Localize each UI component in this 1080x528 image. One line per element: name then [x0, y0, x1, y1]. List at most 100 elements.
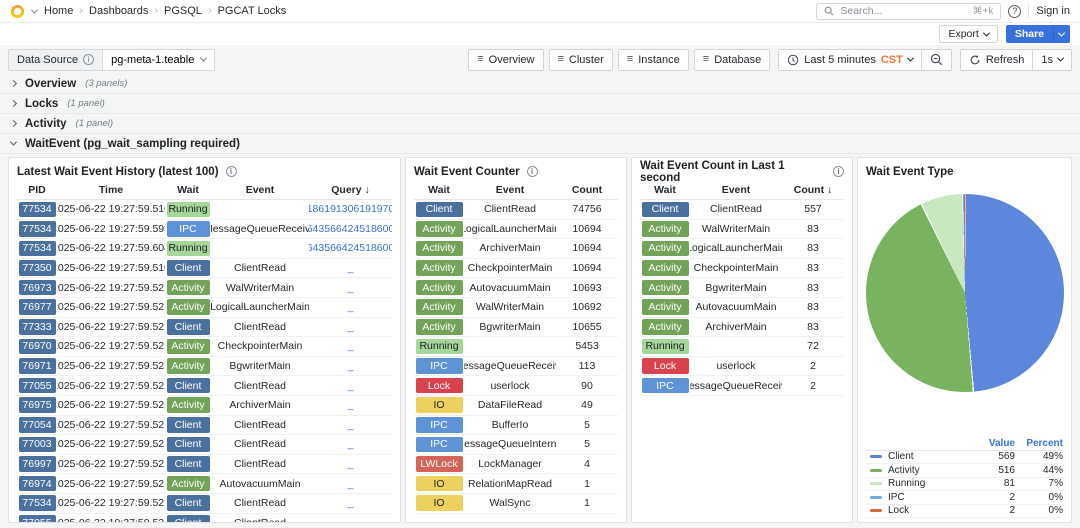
query-link[interactable]: _ — [348, 380, 354, 392]
datasource-value: pg-meta-1.teable — [111, 53, 195, 66]
query-cell: _ — [309, 494, 392, 514]
breadcrumb-item[interactable]: Home — [44, 5, 73, 17]
query-link[interactable]: _ — [348, 301, 354, 313]
share-dropdown-button[interactable] — [1053, 25, 1070, 43]
wait-cell: Client — [414, 200, 464, 220]
query-link[interactable]: _ — [348, 340, 354, 352]
wait-badge: IPC — [415, 358, 463, 374]
pie-chart[interactable] — [866, 194, 1064, 392]
query-link[interactable]: _ — [348, 321, 354, 333]
legend-label[interactable]: Running — [888, 478, 973, 489]
legend-value-header[interactable]: Value — [973, 438, 1015, 449]
event-cell: BgwriterMain — [690, 278, 782, 298]
info-icon[interactable] — [225, 166, 237, 177]
table-row: 76971 2025-06-22 19:27:59.521 Activity Bgwr… — [17, 357, 392, 377]
query-link[interactable]: _ — [348, 517, 354, 522]
query-link[interactable]: _ — [348, 282, 354, 294]
zoom-out-button[interactable] — [921, 48, 952, 71]
breadcrumb-item[interactable]: PGCAT Locks — [218, 5, 287, 17]
count-cell: 1 — [556, 494, 618, 514]
panel-wait-event-type: Wait Event Type Value Percent Client 569 4… — [857, 157, 1072, 523]
wait-badge: Client — [415, 201, 463, 218]
panel-title[interactable]: Wait Event Counter — [414, 166, 520, 178]
query-link[interactable]: _ — [348, 458, 354, 470]
info-icon[interactable] — [83, 54, 95, 65]
time-range-picker[interactable]: Last 5 minutes CST — [778, 48, 922, 71]
query-link[interactable]: _ — [348, 478, 354, 490]
view-button-instance[interactable]: Instance — [617, 48, 689, 71]
wait-badge: Activity — [415, 299, 463, 316]
legend-label[interactable]: Client — [888, 451, 973, 462]
view-button-cluster[interactable]: Cluster — [548, 48, 613, 71]
column-header[interactable]: Wait — [640, 180, 690, 200]
wait-badge: Client — [166, 456, 210, 472]
grafana-logo-icon[interactable] — [10, 4, 25, 19]
org-switcher-chevron-icon[interactable] — [30, 6, 39, 14]
legend-label[interactable]: IPC — [888, 492, 973, 503]
breadcrumb-item[interactable]: PGSQL — [164, 5, 202, 17]
pid-cell: 77534 — [17, 239, 57, 259]
column-header[interactable]: Wait — [414, 180, 464, 200]
query-link[interactable]: _ — [348, 360, 354, 372]
legend-label[interactable]: Lock — [888, 505, 973, 516]
legend-percent: 0% — [1048, 491, 1063, 503]
pid-badge: 76997 — [18, 456, 56, 472]
panel-title[interactable]: Wait Event Type — [866, 166, 954, 178]
column-header[interactable]: Count ↓ — [782, 180, 844, 200]
column-header[interactable]: Event — [690, 180, 782, 200]
column-header[interactable]: PID — [17, 180, 57, 200]
sign-in-button[interactable]: Sign in — [1036, 5, 1070, 17]
query-link[interactable]: _ — [348, 262, 354, 274]
pie-legend: Value Percent Client 569 49% Activity 516 44%… — [866, 437, 1063, 518]
info-icon[interactable] — [526, 166, 538, 177]
column-header[interactable]: Event — [211, 180, 309, 200]
panel-title[interactable]: Latest Wait Event History (latest 100) — [17, 166, 219, 178]
view-button-label: Instance — [638, 53, 680, 66]
wait-cell: Activity — [165, 357, 211, 377]
query-link[interactable]: 8164356642451860000 — [309, 242, 392, 254]
event-cell: LogicalLauncherMain — [464, 220, 556, 240]
column-header[interactable]: Query ↓ — [309, 180, 392, 200]
column-header[interactable]: Count — [556, 180, 618, 200]
share-button[interactable]: Share — [1005, 25, 1053, 43]
query-cell: _ — [309, 357, 392, 377]
wait-cell: Activity — [640, 239, 690, 259]
column-header[interactable]: Event — [464, 180, 556, 200]
query-cell: _ — [309, 259, 392, 279]
counter-table-body: Client ClientRead 74756 Activity LogicalLaun… — [414, 200, 618, 514]
datasource-select[interactable]: pg-meta-1.teable — [103, 49, 215, 70]
query-link[interactable]: _ — [348, 497, 354, 509]
section-row-activity[interactable]: Activity (1 panel) — [0, 114, 1080, 134]
wait-badge: Activity — [641, 299, 689, 316]
legend-label[interactable]: Activity — [888, 465, 973, 476]
refresh-button[interactable]: Refresh — [959, 48, 1034, 71]
time-cell: 2025-06-22 19:27:59.521 — [57, 494, 165, 514]
query-link[interactable]: _ — [348, 399, 354, 411]
table-row: 76975 2025-06-22 19:27:59.521 Activity Arch… — [17, 396, 392, 416]
export-button[interactable]: Export — [939, 25, 998, 43]
search-input[interactable]: Search... ⌘+k — [816, 2, 1002, 20]
wait-badge: Activity — [415, 260, 463, 276]
query-link[interactable]: 8164356642451860000 — [309, 223, 392, 235]
query-link[interactable]: _ — [348, 419, 354, 431]
section-row-locks[interactable]: Locks (1 panel) — [0, 94, 1080, 114]
section-row-overview[interactable]: Overview (3 panels) — [0, 74, 1080, 94]
info-icon[interactable] — [833, 166, 844, 177]
legend-percent-header[interactable]: Percent — [1015, 438, 1063, 449]
column-header[interactable]: Time — [57, 180, 165, 200]
help-icon[interactable] — [1008, 4, 1022, 18]
breadcrumb-item[interactable]: Dashboards — [89, 5, 148, 17]
table-row: Activity AutovacuumMain 83 — [640, 298, 844, 318]
refresh-interval-select[interactable]: 1s — [1033, 48, 1072, 71]
counter-table-header: Wait Event Count — [414, 180, 618, 200]
column-header[interactable]: Wait — [165, 180, 211, 200]
wait-cell: IO — [414, 494, 464, 514]
view-button-database[interactable]: Database — [693, 48, 771, 71]
legend-value: 2 — [1009, 491, 1015, 503]
time-cell: 2025-06-22 19:27:59.521 — [57, 514, 165, 522]
query-link[interactable]: _ — [348, 438, 354, 450]
wait-cell: Lock — [414, 376, 464, 396]
section-row-waitevent[interactable]: WaitEvent (pg_wait_sampling required) — [0, 134, 1080, 154]
query-link[interactable]: 8618619130619197000 — [309, 203, 392, 215]
view-button-overview[interactable]: Overview — [468, 48, 544, 71]
